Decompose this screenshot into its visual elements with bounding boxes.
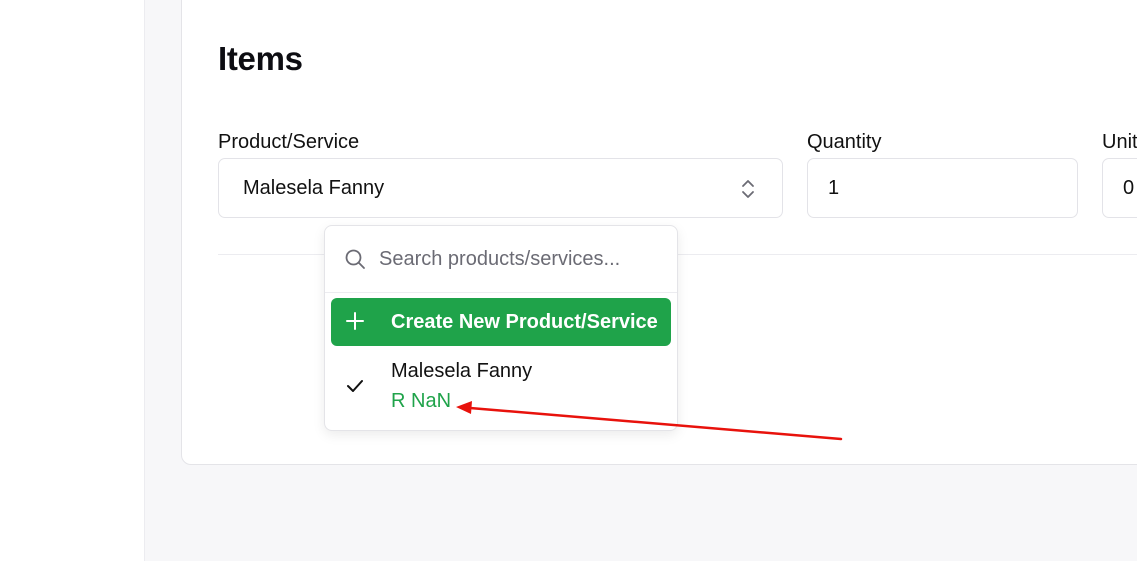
product-search-input[interactable] — [379, 240, 659, 278]
chevron-up-down-icon — [742, 180, 754, 198]
check-icon — [347, 380, 363, 392]
product-option-name: Malesela Fanny — [391, 360, 533, 382]
create-product-label: Create New Product/Service — [391, 311, 658, 333]
selected-product-value: Malesela Fanny — [243, 177, 385, 199]
unit-price-input[interactable] — [1102, 158, 1137, 218]
plus-icon — [346, 312, 364, 330]
product-service-select[interactable]: Malesela Fanny — [218, 158, 783, 218]
quantity-input[interactable] — [807, 158, 1078, 218]
section-title: Items — [218, 40, 303, 77]
create-product-button[interactable]: Create New Product/Service — [331, 298, 671, 346]
product-option[interactable]: Malesela Fanny R NaN — [331, 352, 671, 422]
unit-price-label: Unit — [1102, 131, 1137, 153]
app-viewport: Items Product/Service Quantity Unit Male… — [0, 0, 1137, 561]
sidebar — [0, 0, 145, 561]
search-icon — [345, 249, 365, 269]
product-option-price: R NaN — [391, 390, 452, 412]
product-service-label: Product/Service — [218, 131, 360, 153]
dropdown-search-row — [325, 226, 677, 293]
quantity-label: Quantity — [807, 131, 882, 153]
product-dropdown: Create New Product/Service Malesela Fann… — [324, 225, 678, 431]
